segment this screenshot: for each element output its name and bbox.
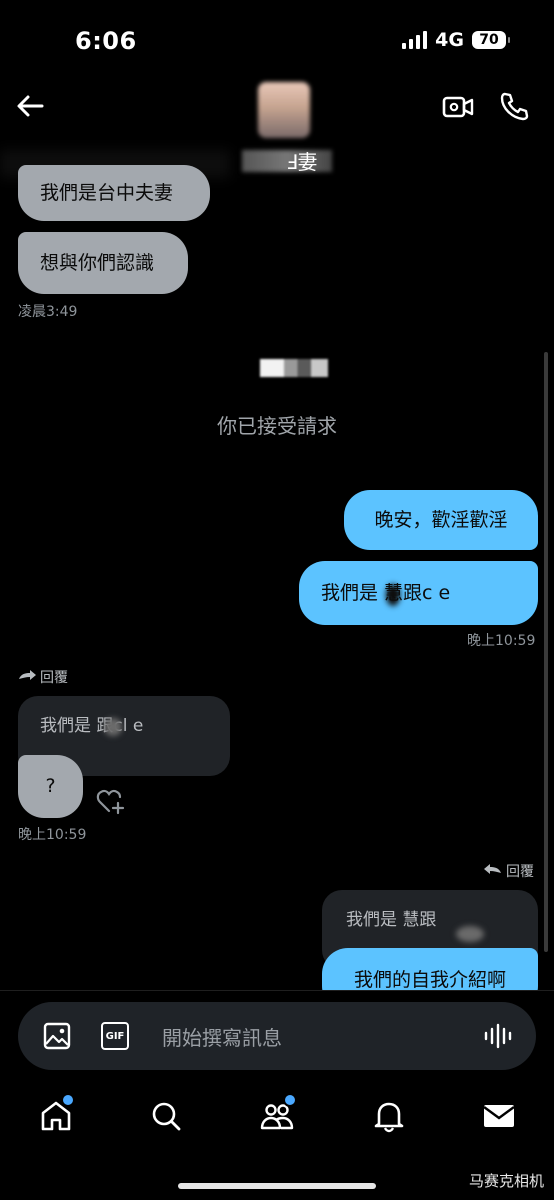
image-icon[interactable] [43, 1022, 71, 1054]
reply-label: 回覆 [506, 864, 534, 880]
notifications-icon[interactable] [371, 1098, 407, 1134]
reply-indicator: 回覆 [18, 667, 68, 687]
message-timestamp: 晚上10:59 [18, 827, 87, 843]
status-indicators: 4G 70 [402, 29, 510, 51]
message-text: 晚安，歡淫歡淫 [374, 508, 508, 531]
scrollbar[interactable] [544, 352, 548, 952]
quoted-text: 我們是 跟cl e [40, 716, 144, 736]
voice-message-icon[interactable] [484, 1022, 512, 1054]
reply-label: 回覆 [40, 670, 68, 686]
redaction-smudge [386, 584, 400, 606]
add-reaction-icon[interactable] [96, 789, 126, 819]
search-icon[interactable] [148, 1098, 184, 1134]
message-incoming[interactable]: 我們是台中夫妻 [18, 165, 210, 221]
message-incoming[interactable]: 想與你們認識 [18, 232, 188, 294]
message-text: ? [45, 775, 56, 797]
message-timestamp: 晚上10:59 [467, 633, 536, 649]
message-incoming[interactable]: ? [18, 755, 83, 818]
watermark: 马赛克相机 [468, 1172, 544, 1190]
reply-indicator: 回覆 [484, 861, 534, 881]
communities-badge [283, 1093, 297, 1107]
message-text: 想與你們認識 [40, 251, 155, 274]
contact-name[interactable]: Ⅎ妻 [286, 146, 318, 175]
message-timestamp: 凌晨3:49 [18, 304, 78, 320]
battery-level: 70 [479, 32, 499, 48]
redaction-smudge [104, 718, 122, 736]
request-accepted-note: 你已接受請求 [217, 414, 337, 438]
video-call-icon[interactable] [442, 92, 474, 122]
battery-icon: 70 [472, 31, 510, 49]
phone-call-icon[interactable] [498, 90, 530, 122]
gif-icon[interactable]: GIF [101, 1022, 129, 1050]
status-time: 6:06 [75, 27, 137, 55]
message-input[interactable]: 開始撰寫訊息 [162, 1022, 282, 1051]
avatar[interactable] [258, 82, 310, 138]
messages-icon[interactable] [481, 1098, 517, 1134]
message-outgoing[interactable]: 晚安，歡淫歡淫 [344, 490, 538, 550]
message-text: 我們的自我介紹啊 [353, 968, 506, 991]
redacted-name [260, 359, 328, 377]
message-text: 我們是台中夫妻 [40, 181, 174, 204]
redaction-smudge [456, 926, 484, 942]
reply-icon [19, 670, 36, 680]
home-badge [61, 1093, 75, 1107]
home-indicator[interactable] [178, 1183, 376, 1189]
message-outgoing[interactable]: 我們是 慧跟c e [299, 561, 538, 625]
gif-label: GIF [105, 1030, 125, 1042]
composer-divider [0, 990, 554, 991]
back-arrow-icon[interactable] [14, 90, 46, 122]
signal-icon [402, 31, 428, 49]
network-label: 4G [435, 29, 464, 51]
reply-icon [484, 864, 501, 874]
quoted-text: 我們是 慧跟 [346, 910, 437, 930]
